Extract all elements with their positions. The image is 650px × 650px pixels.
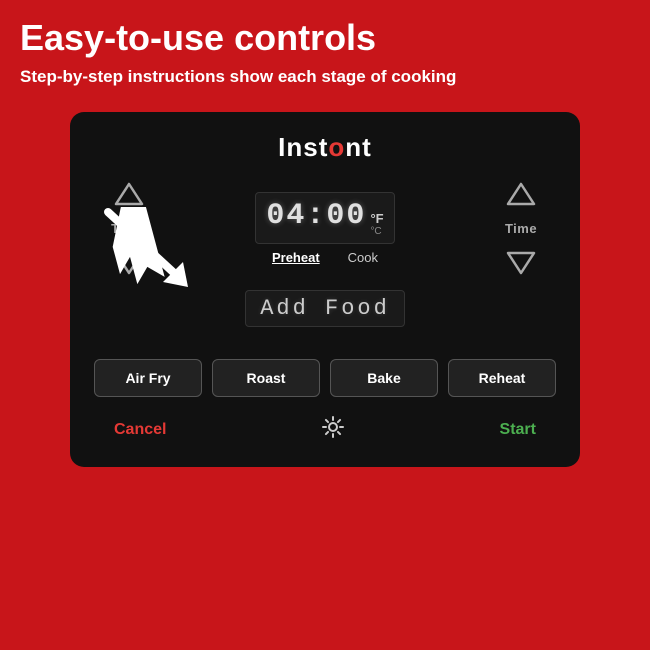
brand-dot: o [328,132,345,162]
time-up-button[interactable] [503,177,539,213]
temp-unit-f: °F [370,211,383,226]
temp-unit-c: °C [370,226,383,237]
time-control-section: Time [486,177,556,280]
display-center: 04:00 °F °C Preheat Cook [164,192,486,265]
subtitle: Step-by-step instructions show each stag… [20,66,630,88]
add-food-text: Add Food [260,296,390,321]
pointer-arrow [98,207,208,292]
add-food-display: Add Food [245,290,405,327]
reheat-button[interactable]: Reheat [448,359,556,397]
brand-logo: Instont [94,132,556,163]
time-digits: 04:00 [266,199,366,233]
mode-labels: Preheat Cook [272,250,378,265]
top-section: Easy-to-use controls Step-by-step instru… [0,0,650,98]
add-food-wrapper: Add Food [94,290,556,343]
time-display: 04:00 °F °C [255,192,394,244]
cancel-button[interactable]: Cancel [114,421,166,439]
time-down-button[interactable] [503,244,539,280]
mode-buttons-row: Air Fry Roast Bake Reheat [94,359,556,397]
brand-name: Instont [278,132,372,162]
cook-label: Cook [348,250,378,265]
bottom-row: Cancel Start [94,415,556,445]
air-fry-button[interactable]: Air Fry [94,359,202,397]
main-title: Easy-to-use controls [20,18,630,58]
panel-wrapper: Instont Temp 04:00 [0,112,650,467]
bake-button[interactable]: Bake [330,359,438,397]
light-icon[interactable] [321,415,345,445]
roast-button[interactable]: Roast [212,359,320,397]
control-panel: Instont Temp 04:00 [70,112,580,467]
preheat-label: Preheat [272,250,320,265]
start-button[interactable]: Start [500,421,536,439]
time-label: Time [505,221,537,236]
